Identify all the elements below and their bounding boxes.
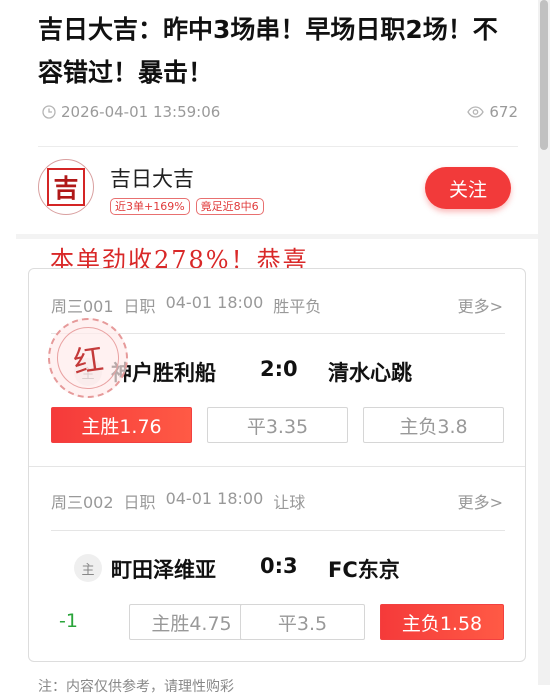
author-tag: 竟足近8中6	[195, 198, 264, 215]
stamp-text: 红	[52, 322, 124, 394]
odds-button-home-lose[interactable]: 主负3.8	[363, 407, 504, 443]
more-link[interactable]: 更多>	[458, 293, 503, 317]
odds-button-draw[interactable]: 平3.5	[240, 604, 365, 640]
handicap-value: -1	[59, 610, 78, 632]
scrollbar-thumb[interactable]	[540, 0, 548, 150]
match-league: 日职	[123, 493, 156, 512]
publish-time: 2026-04-01 13:59:06	[42, 103, 220, 121]
footnote: 注：内容仅供参考，请理性购彩	[38, 679, 234, 695]
odds-button-draw[interactable]: 平3.35	[207, 407, 348, 443]
divider	[29, 466, 525, 467]
avatar-logo: 吉	[47, 168, 85, 206]
match-play-type: 让球	[273, 493, 306, 512]
author-name[interactable]: 吉日大吉	[110, 163, 194, 193]
odds-button-home-lose[interactable]: 主负1.58	[380, 604, 504, 640]
section-separator	[16, 234, 538, 239]
match-code: 周三001	[51, 297, 114, 316]
author-tag: 近3单+169%	[110, 198, 190, 215]
follow-button[interactable]: 关注	[425, 167, 511, 209]
clock-icon	[42, 105, 56, 119]
match-score: 2:0	[260, 357, 298, 381]
match-play-type: 胜平负	[273, 297, 322, 316]
match-teams: 町田泽维亚 0:3 FC东京	[29, 554, 525, 584]
more-link[interactable]: 更多>	[458, 489, 503, 513]
match-info: 周三001 日职 04-01 18:00 胜平负	[51, 293, 321, 317]
away-team: 清水心跳	[328, 361, 412, 385]
view-count-value: 672	[489, 103, 518, 121]
match-code: 周三002	[51, 493, 114, 512]
home-team: 町田泽维亚	[111, 558, 216, 582]
article-meta: 2026-04-01 13:59:06 672	[42, 103, 518, 125]
article-title: 吉日大吉：昨中3场串！早场日职2场！不容错过！暴击！	[38, 15, 498, 87]
match-time: 04-01 18:00	[165, 489, 264, 508]
scrollbar[interactable]	[538, 0, 550, 685]
match-info: 周三002 日职 04-01 18:00 让球	[51, 489, 305, 513]
publish-datetime: 2026-04-01 13:59:06	[61, 103, 221, 121]
eye-icon	[467, 106, 485, 118]
match-time: 04-01 18:00	[165, 293, 264, 312]
view-count: 672	[467, 103, 518, 121]
odds-button-home-win[interactable]: 主胜4.75	[129, 604, 254, 640]
away-team: FC东京	[328, 558, 400, 582]
odds-button-home-win[interactable]: 主胜1.76	[51, 407, 192, 443]
author-tags: 近3单+169% 竟足近8中6	[110, 198, 264, 215]
match-league: 日职	[123, 297, 156, 316]
author-avatar[interactable]: 吉	[38, 159, 94, 215]
match-score: 0:3	[260, 554, 298, 578]
divider	[51, 530, 505, 531]
divider	[38, 146, 518, 147]
